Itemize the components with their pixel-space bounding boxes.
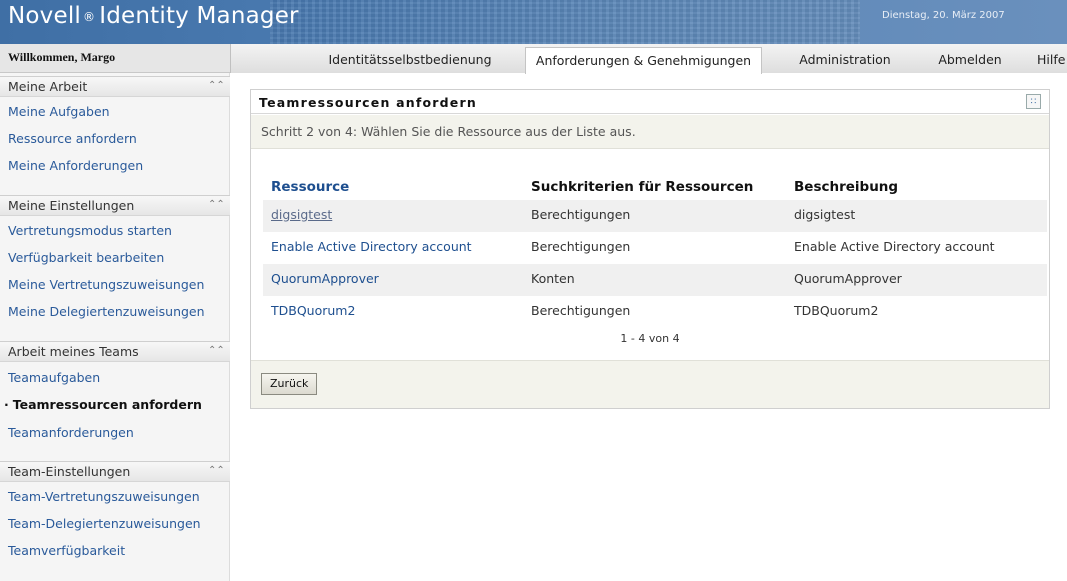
tab-logout[interactable]: Abmelden: [930, 47, 1010, 73]
sidebar-section-team-work[interactable]: Arbeit meines Teams ⌃⌃: [0, 341, 230, 362]
tab-requests-approvals[interactable]: Anforderungen & Genehmigungen: [525, 47, 762, 74]
sidebar-item-edit-availability[interactable]: Verfügbarkeit bearbeiten: [8, 250, 164, 265]
criteria-cell: Konten: [531, 271, 575, 286]
description-cell: TDBQuorum2: [794, 303, 879, 318]
table-row: TDBQuorum2 Berechtigungen TDBQuorum2: [263, 296, 1047, 328]
criteria-cell: Berechtigungen: [531, 239, 631, 254]
column-header-search-criteria: Suchkriterien für Ressourcen: [531, 179, 754, 195]
sidebar-item-start-proxy-mode[interactable]: Vertretungsmodus starten: [8, 223, 172, 238]
registered-mark: ®: [83, 9, 96, 24]
back-button[interactable]: Zurück: [261, 373, 318, 395]
tab-administration[interactable]: Administration: [790, 47, 900, 73]
sidebar-item-team-availability[interactable]: Teamverfügbarkeit: [8, 543, 125, 558]
table-row: digsigtest Berechtigungen digsigtest: [263, 200, 1047, 232]
table-row: QuorumApprover Konten QuorumApprover: [263, 264, 1047, 296]
pagination-info: 1 - 4 von 4: [620, 332, 680, 345]
sidebar-section-my-settings[interactable]: Meine Einstellungen ⌃⌃: [0, 195, 230, 216]
current-date: Dienstag, 20. März 2007: [882, 10, 1005, 21]
sidebar-item-team-proxy-assignments[interactable]: Team-Vertretungszuweisungen: [8, 489, 200, 504]
criteria-cell: Berechtigungen: [531, 303, 631, 318]
section-title: Meine Einstellungen: [8, 198, 135, 213]
table-row: Enable Active Directory account Berechti…: [263, 232, 1047, 264]
sidebar: Meine Arbeit ⌃⌃ Meine Aufgaben Ressource…: [0, 73, 230, 581]
sidebar-item-request-team-resources[interactable]: Teamressourcen anfordern: [4, 397, 202, 412]
panel-header: Teamressourcen anfordern ∷: [251, 90, 1049, 114]
tab-identity-self-service[interactable]: Identitätsselbstbedienung: [300, 47, 520, 73]
section-title: Meine Arbeit: [8, 79, 88, 94]
sidebar-item-my-proxy-assignments[interactable]: Meine Vertretungszuweisungen: [8, 277, 204, 292]
column-header-description: Beschreibung: [794, 179, 899, 195]
resource-link[interactable]: Enable Active Directory account: [271, 239, 472, 254]
collapse-icon[interactable]: ⌃⌃: [208, 199, 225, 211]
brand-name: Novell: [8, 3, 82, 29]
section-title: Team-Einstellungen: [8, 464, 131, 479]
product-name: Identity Manager: [99, 3, 299, 29]
sidebar-item-team-delegate-assignments[interactable]: Team-Delegiertenzuweisungen: [8, 516, 201, 531]
step-instruction: Schritt 2 von 4: Wählen Sie die Ressourc…: [261, 124, 636, 139]
request-panel: Teamressourcen anfordern ∷ Schritt 2 von…: [250, 89, 1050, 409]
panel-title: Teamressourcen anfordern: [259, 95, 477, 110]
app-title: Novell ® Identity Manager: [8, 3, 299, 29]
sidebar-section-team-settings[interactable]: Team-Einstellungen ⌃⌃: [0, 461, 230, 482]
panel-menu-icon[interactable]: ∷: [1026, 94, 1041, 109]
header-pattern: [270, 0, 860, 44]
sidebar-item-team-requests[interactable]: Teamanforderungen: [8, 425, 134, 440]
sidebar-item-my-delegate-assignments[interactable]: Meine Delegiertenzuweisungen: [8, 304, 205, 319]
resource-link[interactable]: digsigtest: [271, 207, 332, 222]
description-cell: QuorumApprover: [794, 271, 902, 286]
resource-link[interactable]: TDBQuorum2: [271, 303, 355, 318]
step-bar: Schritt 2 von 4: Wählen Sie die Ressourc…: [251, 115, 1049, 149]
collapse-icon[interactable]: ⌃⌃: [208, 80, 225, 92]
resource-link[interactable]: QuorumApprover: [271, 271, 379, 286]
app-header: Novell ® Identity Manager Dienstag, 20. Mä…: [0, 0, 1067, 44]
panel-footer: Zurück: [251, 360, 1049, 408]
criteria-cell: Berechtigungen: [531, 207, 631, 222]
description-cell: Enable Active Directory account: [794, 239, 995, 254]
sidebar-item-my-requests[interactable]: Meine Anforderungen: [8, 158, 143, 173]
sidebar-section-my-work[interactable]: Meine Arbeit ⌃⌃: [0, 76, 230, 97]
welcome-text: Willkommen, Margo: [8, 50, 116, 64]
column-header-resource[interactable]: Ressource: [271, 179, 349, 195]
sidebar-item-request-resource[interactable]: Ressource anfordern: [8, 131, 137, 146]
section-title: Arbeit meines Teams: [8, 344, 139, 359]
sidebar-item-my-tasks[interactable]: Meine Aufgaben: [8, 104, 110, 119]
collapse-icon[interactable]: ⌃⌃: [208, 345, 225, 357]
sidebar-item-team-tasks[interactable]: Teamaufgaben: [8, 370, 100, 385]
collapse-icon[interactable]: ⌃⌃: [208, 465, 225, 477]
description-cell: digsigtest: [794, 207, 856, 222]
tab-help[interactable]: Hilfe: [1030, 47, 1067, 73]
